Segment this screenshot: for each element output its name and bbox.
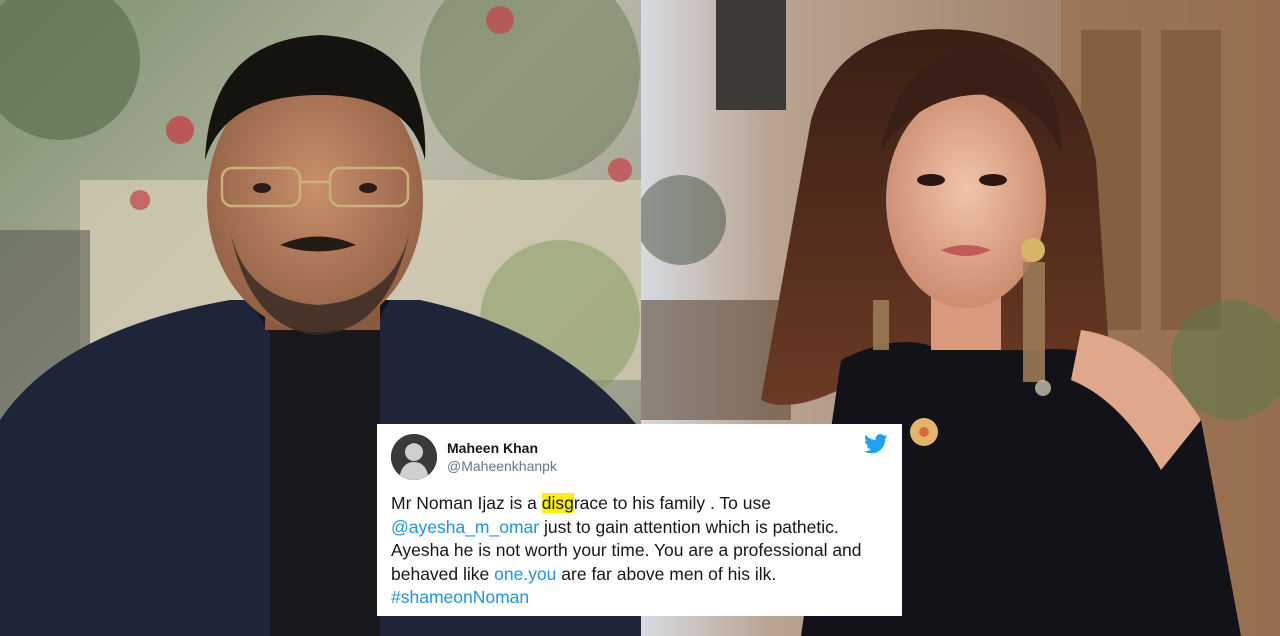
tweet-header: Maheen Khan @Maheenkhanpk [391,434,888,480]
tweet-card: Maheen Khan @Maheenkhanpk Mr Noman Ijaz … [377,424,902,616]
hashtag-link[interactable]: #shameonNoman [391,587,529,607]
author-names: Maheen Khan @Maheenkhanpk [447,439,557,475]
mention-link[interactable]: @ayesha_m_omar [391,517,539,537]
tweet-text: Mr Noman Ijaz is a disgrace to his famil… [391,492,888,610]
avatar[interactable] [391,434,437,480]
tweet-text-part: race to his family . To use [573,493,771,513]
tweet-text-part: Mr Noman Ijaz is a [391,493,542,513]
display-name[interactable]: Maheen Khan [447,439,557,457]
user-handle[interactable]: @Maheenkhanpk [447,457,557,475]
url-link[interactable]: one.you [494,564,556,584]
tweet-text-part: are far above men of his ilk. [556,563,777,584]
twitter-bird-icon [864,434,888,454]
highlighted-word: disg [541,493,574,513]
